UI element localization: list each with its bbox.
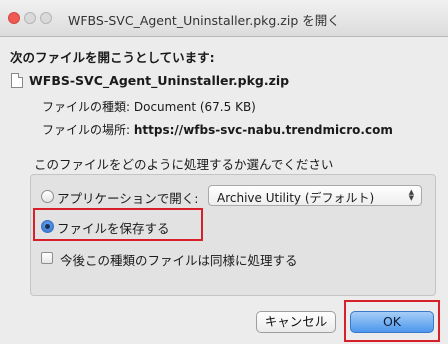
select-arrows-icon: ▲ ▼ [408,188,414,202]
open-with-label[interactable]: アプリケーションで開く: [57,188,198,207]
title-bar: WFBS-SVC_Agent_Uninstaller.pkg.zip を開く [0,0,448,37]
open-with-radio[interactable] [41,190,54,203]
save-option-highlight [33,208,203,241]
application-select[interactable]: Archive Utility (デフォルト) ▲ ▼ [208,185,422,206]
file-icon [11,73,23,88]
zoom-icon[interactable] [40,12,52,24]
file-location-label: ファイルの場所: [42,123,131,137]
ok-button-highlight [344,300,440,342]
file-location-value: https://wfbs-svc-nabu.trendmicro.com [133,123,393,137]
file-type-row: ファイルの種類: Document (67.5 KB) [42,98,256,115]
file-type-value: Document (67.5 KB) [133,100,256,114]
remember-checkbox[interactable] [41,252,53,264]
file-type-label: ファイルの種類: [42,100,131,114]
dialog-heading: 次のファイルを開こうとしています: [10,50,215,65]
file-name: WFBS-SVC_Agent_Uninstaller.pkg.zip [29,73,290,88]
question-text: このファイルをどのように処理するか選んでください [34,157,334,172]
application-select-value: Archive Utility (デフォルト) [217,191,375,205]
cancel-button[interactable]: キャンセル [256,311,336,333]
minimize-icon[interactable] [24,12,36,24]
window-title: WFBS-SVC_Agent_Uninstaller.pkg.zip を開く [68,13,340,28]
remember-label[interactable]: 今後この種類のファイルは同様に処理する [60,250,298,269]
close-icon[interactable] [8,12,20,24]
file-location-row: ファイルの場所: https://wfbs-svc-nabu.trendmicr… [42,121,393,138]
